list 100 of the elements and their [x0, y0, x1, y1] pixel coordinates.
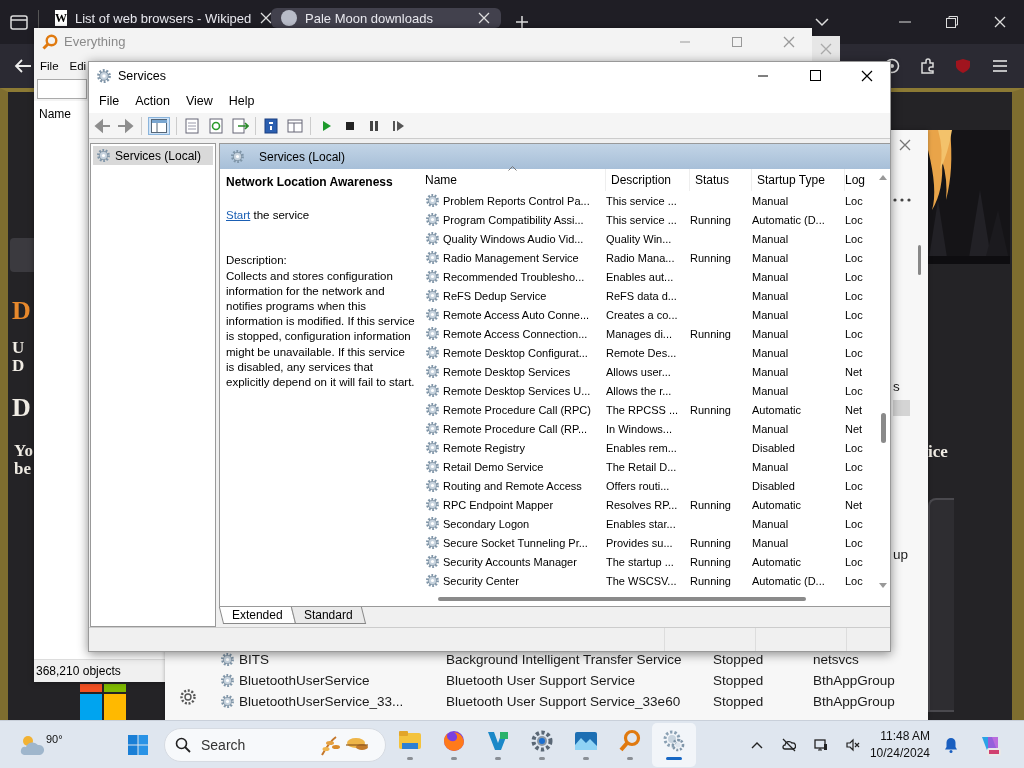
table-cell: Net — [845, 403, 863, 416]
table-cell: Enables aut... — [606, 270, 674, 283]
table-row[interactable]: Remote Access Auto Conne... Creates a co... Manual Loc — [420, 305, 876, 324]
table-row[interactable]: ReFS Dedup Service ReFS data d... Manual Loc — [420, 286, 876, 305]
table-cell: Remote Desktop Services U... — [443, 384, 591, 397]
table-row[interactable]: Recommended Troublesho... Enables aut... Manual Loc — [420, 267, 876, 286]
table-row[interactable]: Remote Procedure Call (RP... In Windows... Manual Net — [420, 419, 876, 438]
table-cell: Automatic — [752, 555, 801, 568]
table-cell: Automatic — [752, 498, 801, 511]
table-cell: Manual — [752, 194, 789, 207]
menu-item[interactable]: File — [40, 60, 59, 72]
table-row[interactable]: Security Center The WSCSV... Running Automatic (D... Loc — [420, 571, 876, 590]
table-cell: Running — [690, 536, 731, 549]
table-row[interactable]: Remote Desktop Services U... Allows the r... Manual Loc — [420, 381, 876, 400]
table-row[interactable]: Secure Socket Tunneling Pr... Provides su... Running Manual Loc — [420, 533, 876, 552]
description-label: Description: — [226, 253, 288, 269]
start-link[interactable]: Start — [226, 209, 251, 222]
table-row[interactable]: Retail Demo Service The Retail D... Manual Loc — [420, 457, 876, 476]
table-cell: Loc — [845, 479, 863, 492]
table-cell: Remote Desktop Services — [443, 365, 571, 378]
column-header[interactable]: Description — [611, 173, 672, 187]
table-cell: Allows user... — [606, 365, 671, 378]
table-cell: Radio Management Service — [443, 251, 579, 264]
table-cell: Routing and Remote Access — [443, 479, 582, 492]
table-cell: Loc — [845, 232, 863, 245]
view-tab[interactable]: Standard — [290, 607, 366, 624]
table-row[interactable]: Remote Desktop Configurat... Remote Des... Manual Loc — [420, 343, 876, 362]
table-cell: Loc — [845, 536, 863, 549]
table-cell: Manual — [752, 460, 789, 473]
table-cell: The Retail D... — [606, 460, 677, 473]
table-row[interactable]: Radio Management Service Radio Mana... Running Manual Loc — [420, 248, 876, 267]
table-cell: Net — [845, 365, 863, 378]
table-row[interactable]: RPC Endpoint Mapper Resolves RP... Running Automatic Net — [420, 495, 876, 514]
table-row[interactable]: Remote Registry Enables rem... Disabled Loc — [420, 438, 876, 457]
table-row[interactable]: Security Accounts Manager The startup ... Running Automatic Loc — [420, 552, 876, 571]
table-cell: Loc — [845, 213, 863, 226]
table-cell: Provides su... — [606, 536, 673, 549]
table-cell: Loc — [845, 384, 863, 397]
table-cell: Quality Windows Audio Vid... — [443, 232, 584, 245]
menu-item[interactable]: Action — [127, 94, 178, 108]
column-header[interactable]: Log — [845, 173, 866, 187]
page-text: Yo — [14, 441, 33, 461]
table-cell: Resolves RP... — [606, 498, 678, 511]
table-cell: Manages di... — [606, 327, 673, 340]
table-cell: Remote Access Connection... — [443, 327, 588, 340]
table-cell: Loc — [845, 555, 863, 568]
column-header[interactable]: Name — [425, 173, 457, 187]
table-cell: Loc — [845, 194, 863, 207]
table-cell: Enables star... — [606, 517, 676, 530]
action-text: Start the service — [226, 208, 311, 224]
table-cell: Running — [690, 574, 731, 587]
pane-header: Services (Local) — [220, 144, 890, 169]
table-cell: Problem Reports Control Pa... — [443, 194, 590, 207]
table-row[interactable]: Quality Windows Audio Vid... Quality Win... Manual Loc — [420, 229, 876, 248]
clock[interactable]: 11:48 AM 10/24/2024 — [869, 727, 930, 762]
table-cell: Net — [845, 498, 863, 511]
table-cell: Loc — [845, 270, 863, 283]
table-cell: BthAppGroup — [813, 673, 895, 688]
browser-tab[interactable]: Pale Moon downloads — [271, 8, 501, 28]
table-cell: Manual — [752, 232, 789, 245]
view-tab[interactable]: Extended — [218, 607, 296, 624]
table-row[interactable]: Remote Desktop Services Allows user... Manual Net — [420, 362, 876, 381]
table-cell: BthAppGroup — [813, 694, 895, 709]
tree-item[interactable]: Services (Local) — [93, 146, 213, 165]
browser-tab[interactable]: W List of web browsers - Wikiped — [45, 8, 271, 28]
table-cell: ReFS data d... — [606, 289, 677, 302]
column-header[interactable]: Name — [39, 107, 71, 121]
table-cell: ReFS Dedup Service — [443, 289, 547, 302]
page-text: U — [12, 338, 25, 358]
table-cell: Manual — [752, 536, 789, 549]
table-cell: Recommended Troublesho... — [443, 270, 585, 283]
table-cell: Running — [690, 213, 731, 226]
table-cell: Manual — [752, 289, 789, 302]
table-cell: BluetoothUserService — [239, 673, 370, 688]
table-cell: Loc — [845, 251, 863, 264]
menu-item[interactable]: Help — [220, 94, 263, 108]
table-cell: Secure Socket Tunneling Pr... — [443, 536, 588, 549]
column-header[interactable]: Startup Type — [757, 173, 825, 187]
list-text: up — [893, 547, 909, 562]
table-row[interactable]: Routing and Remote Access Offers routi... Disabled Loc — [420, 476, 876, 495]
column-header[interactable]: Status — [695, 173, 730, 187]
table-cell: Remote Procedure Call (RPC) — [443, 403, 591, 416]
table-cell: Running — [690, 555, 731, 568]
menu-item[interactable]: Edi — [69, 60, 87, 72]
table-row[interactable]: Secondary Logon Enables star... Manual Loc — [420, 514, 876, 533]
menu-item[interactable]: View — [177, 94, 221, 108]
table-cell: The startup ... — [606, 555, 674, 568]
table-row[interactable]: Remote Procedure Call (RPC) The RPCSS ... Running Automatic Net — [420, 400, 876, 419]
table-row[interactable]: Problem Reports Control Pa... This service ... Manual Loc — [420, 191, 876, 210]
table-cell: Disabled — [752, 441, 795, 454]
table-row[interactable]: Remote Access Connection... Manages di... Running Manual Loc — [420, 324, 876, 343]
table-cell: Manual — [752, 422, 789, 435]
page-text: D — [12, 356, 25, 376]
table-cell: Manual — [752, 270, 789, 283]
table-cell: Quality Win... — [606, 232, 672, 245]
window-title: Everything — [64, 34, 126, 49]
table-row[interactable]: Program Compatibility Assi... This service ... Running Automatic (D... Loc — [420, 210, 876, 229]
menu-item[interactable]: File — [91, 94, 128, 108]
table-cell: Loc — [845, 327, 863, 340]
table-cell: Offers routi... — [606, 479, 670, 492]
